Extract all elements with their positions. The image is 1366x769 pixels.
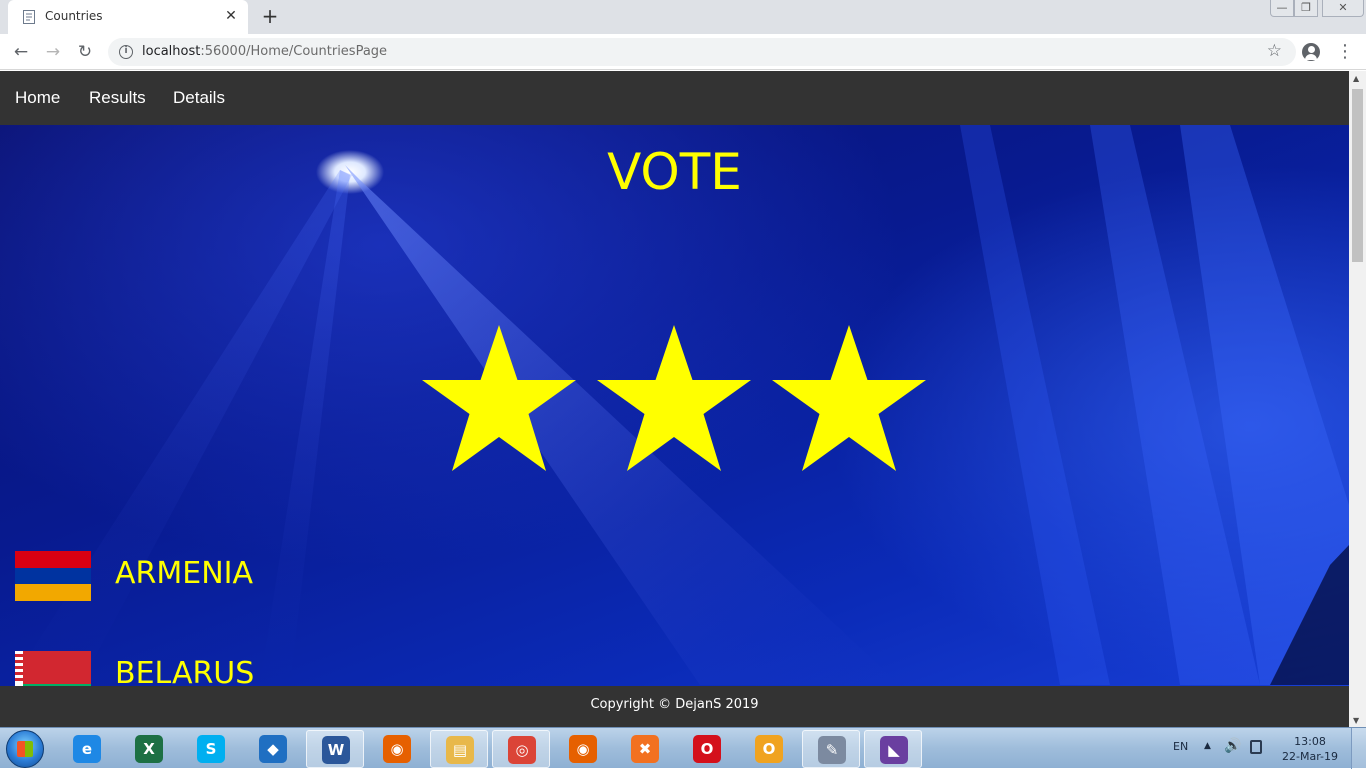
page-footer: Copyright © DejanS 2019 (0, 686, 1349, 727)
close-window-button[interactable]: ✕ (1322, 0, 1364, 17)
page-scrollbar[interactable]: ▲ ▼ (1349, 71, 1366, 727)
bookmark-star-icon[interactable]: ☆ (1267, 41, 1282, 61)
clock-time: 13:08 (1294, 735, 1326, 748)
scroll-up-arrow-icon[interactable]: ▲ (1353, 74, 1359, 83)
taskbar-app-firefox-2[interactable]: ◉ (554, 730, 612, 768)
taskbar-app-outlook[interactable]: O (740, 730, 798, 768)
belarus-flag-icon (15, 651, 91, 686)
taskbar-app-internet-explorer[interactable]: e (58, 730, 116, 768)
menu-dots-icon[interactable]: ⋮ (1336, 41, 1354, 63)
back-arrow-icon[interactable]: ← (9, 40, 33, 64)
new-tab-button[interactable]: + (259, 6, 281, 28)
vote-title: VOTE (607, 143, 742, 201)
network-icon[interactable] (1250, 740, 1262, 754)
star-icon[interactable] (420, 325, 578, 475)
windows-taskbar: e X S ◆ W ◉ ▤ ◎ ◉ ✖ O O ✎ ◣ EN ▲ 🔊 13:08 22-Mar-19 (0, 727, 1366, 769)
taskbar-app-file-explorer[interactable]: ▤ (430, 730, 488, 768)
taskbar-app-vscode[interactable]: ◆ (244, 730, 302, 768)
maximize-button[interactable]: ❐ (1294, 0, 1318, 17)
nav-details-link[interactable]: Details (173, 88, 225, 108)
hero-background: VOTE ARMENIA BELARUS (0, 125, 1349, 686)
country-name[interactable]: BELARUS (115, 656, 254, 686)
url-text[interactable]: localhost:56000/Home/CountriesPage (142, 44, 387, 59)
internet-explorer-icon: e (73, 735, 101, 763)
volume-icon[interactable]: 🔊 (1224, 738, 1241, 754)
vscode-icon: ◆ (259, 735, 287, 763)
page-icon (23, 10, 35, 24)
file-explorer-icon: ▤ (446, 736, 474, 764)
tab-close-icon[interactable]: ✕ (222, 6, 240, 26)
language-indicator[interactable]: EN (1173, 740, 1188, 753)
outlook-icon: O (755, 735, 783, 763)
tab-strip: Countries ✕ + — ❐ ✕ (0, 0, 1366, 34)
chrome-icon: ◎ (508, 736, 536, 764)
forward-arrow-icon[interactable]: → (41, 40, 65, 64)
taskbar-app-xampp[interactable]: ✖ (616, 730, 674, 768)
site-navbar: Home Results Details (0, 71, 1349, 125)
rating-stars (420, 325, 930, 475)
scroll-thumb[interactable] (1352, 89, 1363, 262)
start-button[interactable] (6, 730, 44, 768)
tab-title: Countries (45, 9, 103, 23)
tray-expand-icon[interactable]: ▲ (1204, 741, 1211, 751)
word-icon: W (322, 736, 350, 764)
tab-countries[interactable]: Countries ✕ (8, 0, 248, 34)
firefox-icon: ◉ (383, 735, 411, 763)
taskbar-app-firefox[interactable]: ◉ (368, 730, 426, 768)
taskbar-app-skype[interactable]: S (182, 730, 240, 768)
address-bar[interactable]: i localhost:56000/Home/CountriesPage ☆ (108, 38, 1296, 66)
reload-icon[interactable]: ↻ (73, 40, 97, 64)
taskbar-app-chrome[interactable]: ◎ (492, 730, 550, 768)
star-icon[interactable] (595, 325, 753, 475)
clock[interactable]: 13:08 22-Mar-19 (1280, 734, 1340, 764)
firefox-2-icon: ◉ (569, 735, 597, 763)
info-icon[interactable]: i (119, 45, 133, 59)
skype-icon: S (197, 735, 225, 763)
visual-studio-icon: ◣ (880, 736, 908, 764)
copyright-text: Copyright © DejanS 2019 (590, 697, 759, 712)
browser-toolbar: ← → ↻ i localhost:56000/Home/CountriesPa… (0, 34, 1366, 70)
star-icon[interactable] (770, 325, 928, 475)
taskbar-app-tools[interactable]: ✎ (802, 730, 860, 768)
minimize-button[interactable]: — (1270, 0, 1294, 17)
scroll-down-arrow-icon[interactable]: ▼ (1353, 716, 1359, 725)
taskbar-app-opera[interactable]: O (678, 730, 736, 768)
taskbar-app-word[interactable]: W (306, 730, 364, 768)
tools-icon: ✎ (818, 736, 846, 764)
nav-results-link[interactable]: Results (89, 88, 146, 108)
armenia-flag-icon (15, 551, 91, 601)
page-viewport: Home Results Details VOTE ARMENIA BELARU… (0, 71, 1349, 727)
show-desktop-button[interactable] (1351, 728, 1366, 769)
excel-icon: X (135, 735, 163, 763)
profile-icon[interactable] (1302, 43, 1320, 61)
taskbar-app-visual-studio[interactable]: ◣ (864, 730, 922, 768)
clock-date: 22-Mar-19 (1282, 750, 1338, 763)
opera-icon: O (693, 735, 721, 763)
taskbar-app-excel[interactable]: X (120, 730, 178, 768)
url-path: :56000/Home/CountriesPage (200, 44, 388, 59)
system-tray: EN ▲ 🔊 13:08 22-Mar-19 (1160, 728, 1366, 769)
url-host: localhost (142, 44, 201, 59)
xampp-icon: ✖ (631, 735, 659, 763)
nav-home-link[interactable]: Home (15, 88, 60, 108)
country-name[interactable]: ARMENIA (115, 556, 253, 591)
